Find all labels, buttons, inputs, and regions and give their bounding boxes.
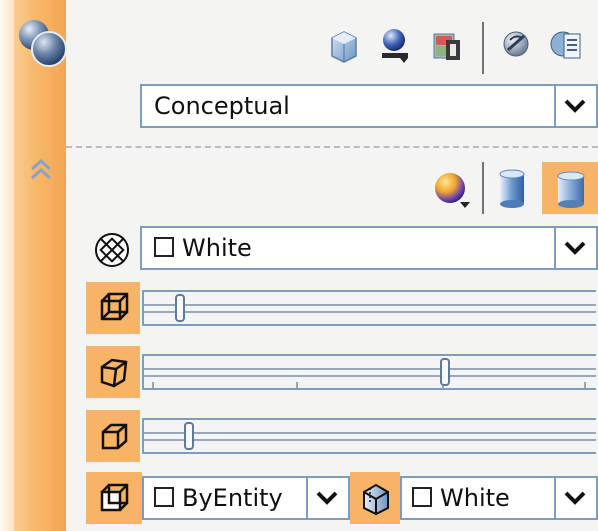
crease-angle-slider[interactable] — [142, 354, 596, 390]
collapse-chevron-icon[interactable] — [26, 154, 56, 184]
solid-cube-icon — [101, 423, 128, 450]
title-bar-shade — [0, 0, 14, 531]
opacity-slider-thumb[interactable] — [175, 294, 185, 322]
chevron-down-icon — [564, 491, 586, 505]
edge-color-cube-icon — [100, 483, 129, 512]
visual-style-toolbar — [0, 22, 598, 74]
chevron-down-icon — [564, 99, 586, 113]
toolbar-separator — [482, 22, 484, 74]
face-color-value: White — [182, 234, 252, 262]
lighting-sphere-icon[interactable] — [430, 168, 474, 212]
chevron-down-icon — [564, 241, 586, 255]
export-to-palette-icon[interactable] — [428, 22, 468, 68]
obscured-edges-cube-icon — [363, 483, 389, 516]
panel-title-bar[interactable] — [0, 0, 67, 531]
edge-color-dropdown[interactable]: ByEntity — [142, 476, 350, 520]
opacity-slider-row — [86, 282, 598, 334]
face-color-dropdown-button[interactable] — [554, 228, 596, 268]
crease-angle-slider-track — [144, 368, 596, 377]
opacity-slider-track — [144, 304, 596, 313]
edge-jitter-slider-track — [144, 432, 596, 441]
edge-color-swatch — [154, 487, 174, 507]
slider-tick — [584, 382, 586, 388]
edge-color-button[interactable] — [86, 472, 142, 524]
opacity-toggle-button[interactable] — [86, 282, 140, 334]
shading-cylinder-icon[interactable] — [492, 164, 532, 214]
delete-visual-style-icon[interactable] — [498, 22, 538, 68]
apply-to-viewport-icon[interactable] — [374, 22, 414, 68]
edge-jitter-slider[interactable] — [142, 418, 596, 454]
edge-color-dropdown-button[interactable] — [306, 478, 348, 518]
opacity-slider[interactable] — [142, 290, 596, 326]
obscured-edges-button[interactable] — [350, 472, 400, 524]
visual-style-value: Conceptual — [154, 92, 290, 120]
obscured-edge-color-dropdown[interactable]: White — [400, 476, 598, 520]
slider-tick — [296, 382, 298, 388]
smooth-cylinder-icon — [557, 171, 585, 208]
edge-color-value: ByEntity — [182, 484, 283, 512]
visual-style-dropdown[interactable]: Conceptual — [140, 84, 598, 128]
face-color-icon — [95, 233, 129, 267]
face-color-swatch — [154, 237, 174, 257]
palette-properties-icon[interactable] — [546, 22, 586, 68]
obscured-edge-color-value: White — [440, 484, 510, 512]
wireframe-cube-icon — [100, 292, 129, 321]
crease-angle-slider-row — [86, 346, 598, 398]
jitter-toggle-button[interactable] — [86, 410, 140, 462]
crease-angle-slider-thumb[interactable] — [440, 358, 450, 386]
visual-style-dropdown-button[interactable] — [554, 86, 596, 126]
obscured-edge-color-swatch — [412, 487, 432, 507]
faceted-cube-icon — [100, 358, 128, 388]
section-divider — [66, 146, 598, 148]
crease-toggle-button[interactable] — [86, 346, 140, 398]
face-color-dropdown[interactable]: White — [140, 226, 598, 270]
edge-jitter-slider-row — [86, 410, 598, 462]
obscured-edge-color-dropdown-button[interactable] — [554, 478, 596, 518]
visual-styles-panel: Conceptual White ByEntity White — [0, 0, 598, 531]
edge-jitter-slider-thumb[interactable] — [184, 422, 194, 450]
chevron-down-icon — [316, 491, 338, 505]
create-visual-style-icon[interactable] — [322, 22, 362, 68]
smooth-shading-button[interactable] — [542, 162, 598, 214]
slider-tick — [152, 382, 154, 388]
lighting-separator — [482, 162, 484, 214]
